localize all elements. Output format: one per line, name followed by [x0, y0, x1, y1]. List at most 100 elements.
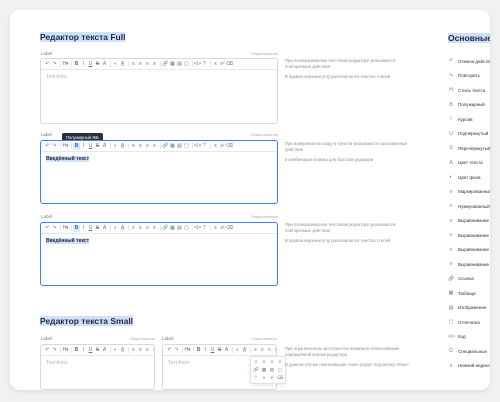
sidebar-item[interactable]: ↷ Повторить — [448, 73, 480, 79]
toolbar-button-9[interactable]: A̲ — [119, 347, 126, 354]
toolbar-button-2[interactable]: H▾ — [62, 143, 69, 150]
toolbar-button-13[interactable]: ≡ — [151, 61, 158, 68]
toolbar-button-4[interactable]: I — [202, 347, 209, 354]
toolbar-button-4[interactable]: I — [80, 61, 87, 68]
toolbar-button-7[interactable]: A — [101, 225, 108, 232]
toolbar-button-12[interactable]: ≡ — [144, 225, 151, 232]
toolbar-button-12[interactable]: ≡ — [144, 61, 151, 68]
sidebar-item[interactable]: ▦ Таблица — [448, 290, 476, 296]
toolbar-button-13[interactable]: ≡ — [273, 347, 276, 354]
toolbar-button-20[interactable]: x — [212, 143, 219, 150]
toolbar-button-0[interactable]: ↶ — [44, 61, 51, 68]
toolbar-button-17[interactable]: ▢ — [183, 61, 190, 68]
toolbar-button-10[interactable]: ≡ — [130, 143, 137, 150]
toolbar-button-14[interactable]: 🔗 — [162, 61, 169, 68]
toolbar-button-1[interactable]: ↷ — [51, 347, 58, 354]
sidebar-item[interactable]: ≡ Выравнивание — [448, 232, 489, 238]
sidebar-item[interactable]: ≡ Выравнивание — [448, 247, 489, 253]
toolbar-button-8[interactable]: ◐ — [112, 347, 119, 354]
sidebar-item[interactable]: </> Код — [448, 334, 466, 340]
toolbar-button-16[interactable]: ▤ — [176, 225, 183, 232]
sidebar-item[interactable]: ▤ Изображение — [448, 305, 487, 311]
toolbar-button-15[interactable]: ▦ — [169, 143, 176, 150]
toolbar-button-18[interactable]: </> — [194, 225, 201, 232]
toolbar-button-19[interactable]: ⊤ — [201, 143, 208, 150]
toolbar-button-8[interactable]: ◐ — [234, 347, 241, 354]
toolbar-button-1[interactable]: ↷ — [51, 225, 58, 232]
toolbar-button-18[interactable]: </> — [194, 143, 201, 150]
toolbar-button-6[interactable]: S — [94, 225, 101, 232]
sidebar-item[interactable]: ↶ Отмена действия — [448, 58, 490, 64]
toolbar-button-13[interactable]: ≡ — [151, 225, 158, 232]
toolbar-button-9[interactable]: A̲ — [119, 61, 126, 68]
toolbar-button-0[interactable]: ↶ — [44, 347, 51, 354]
toolbar-button-22[interactable]: ⌫ — [226, 225, 233, 232]
toolbar-button-14[interactable]: 🔗 — [162, 225, 169, 232]
toolbar-button-6[interactable]: S — [94, 143, 101, 150]
toolbar-button-17[interactable]: ▢ — [183, 143, 190, 150]
sidebar-item[interactable]: x Нижний индекс — [448, 363, 490, 369]
toolbar-button-8[interactable]: ◐ — [112, 61, 119, 68]
toolbar-button-10[interactable]: ≡ — [252, 347, 259, 354]
toolbar-button-10[interactable]: ≡ — [130, 61, 137, 68]
toolbar-button-0[interactable]: ↶ — [44, 225, 51, 232]
text-editor-full-focused[interactable]: ↶ ↷ H▾ B I U S A ◐ A̲ ≡ ≡ ≡ ≡ 🔗 ▦ ▤ ▢ </> ⊤ x x² ⌫ Введённый т… — [40, 140, 278, 204]
toolbar-button-14[interactable]: 🔗 — [162, 143, 169, 150]
more-styles-dropdown[interactable]: ≡ ≡ ≡ ≡ 🔗 ▦ ▤ ▢ ⊤ x x² ⌫ — [250, 356, 286, 384]
toolbar-button-17[interactable]: ▢ — [183, 225, 190, 232]
toolbar-button-16[interactable]: ▤ — [176, 61, 183, 68]
toolbar-button-4[interactable]: I — [80, 143, 87, 150]
toolbar-button-18[interactable]: </> — [194, 61, 201, 68]
toolbar-button-1[interactable]: ↷ — [51, 143, 58, 150]
toolbar-button-6[interactable]: S — [94, 61, 101, 68]
toolbar-button-22[interactable]: ⌫ — [226, 61, 233, 68]
sidebar-item[interactable]: Ω Специальные — [448, 348, 487, 354]
toolbar-button-3[interactable]: B — [73, 61, 80, 68]
toolbar-button-8[interactable]: ◐ — [112, 225, 119, 232]
toolbar-button-1[interactable]: ↷ — [51, 61, 58, 68]
text-area[interactable]: Введённый текст — [41, 152, 277, 166]
sidebar-item[interactable]: 🔗 Ссылка — [448, 276, 474, 282]
toolbar-button-21[interactable]: x² — [219, 225, 226, 232]
toolbar-button-7[interactable]: A — [101, 143, 108, 150]
sidebar-item[interactable]: I Курсив — [448, 116, 472, 122]
toolbar-button-7[interactable]: A — [223, 347, 230, 354]
sidebar-item[interactable]: ≡ Маркированный — [448, 189, 490, 195]
text-editor-small-1[interactable]: ↶↷H▾BIUSA◐A̲≡≡≡≡ Text Area — [40, 344, 155, 390]
toolbar-button-6[interactable]: S — [216, 347, 223, 354]
toolbar-button-5[interactable]: U — [87, 347, 94, 354]
toolbar-button-19[interactable]: ⊤ — [201, 61, 208, 68]
toolbar-button-5[interactable]: U — [87, 61, 94, 68]
sidebar-item[interactable]: B Полужирный — [448, 102, 485, 108]
toolbar-button-16[interactable]: ▤ — [176, 143, 183, 150]
sidebar-item[interactable]: S Перечёркнутый — [448, 145, 490, 151]
toolbar-button-13[interactable]: ≡ — [151, 143, 158, 150]
toolbar-button-3[interactable]: B — [195, 347, 202, 354]
toolbar-button-9[interactable]: A̲ — [119, 225, 126, 232]
sidebar-item[interactable]: ◐ Цвет фона — [448, 174, 480, 180]
text-area[interactable]: Text Area — [41, 356, 154, 370]
toolbar-button-2[interactable]: H▾ — [62, 61, 69, 68]
text-editor-full-filled[interactable]: ↶ ↷ H▾ B I U S A ◐ A̲ ≡ ≡ ≡ ≡ 🔗 ▦ ▤ ▢ </> ⊤ x x² ⌫ Введённый т… — [40, 222, 278, 286]
toolbar-button-21[interactable]: x² — [219, 143, 226, 150]
toolbar-button-13[interactable]: ≡ — [151, 347, 154, 354]
toolbar-button-8[interactable]: ◐ — [112, 143, 119, 150]
toolbar-button-4[interactable]: I — [80, 225, 87, 232]
sidebar-item[interactable]: ≡ Выравнивание — [448, 261, 489, 267]
toolbar-button-1[interactable]: ↷ — [173, 347, 180, 354]
toolbar-button-11[interactable]: ≡ — [137, 143, 144, 150]
toolbar-button-22[interactable]: ⌫ — [226, 143, 233, 150]
toolbar-button-7[interactable]: A — [101, 61, 108, 68]
toolbar-button-9[interactable]: A̲ — [119, 143, 126, 150]
toolbar-button-0[interactable]: ↶ — [44, 143, 51, 150]
toolbar-button-2[interactable]: H▾ — [62, 225, 69, 232]
toolbar-button-15[interactable]: ▦ — [169, 61, 176, 68]
toolbar-button-3[interactable]: B — [73, 142, 80, 150]
text-area[interactable]: Введённый текст — [41, 234, 277, 248]
toolbar-button-3[interactable]: B — [73, 347, 80, 354]
toolbar-button-15[interactable]: ▦ — [169, 225, 176, 232]
toolbar-button-12[interactable]: ≡ — [144, 143, 151, 150]
toolbar-button-5[interactable]: U — [209, 347, 216, 354]
toolbar-button-7[interactable]: A — [101, 347, 108, 354]
toolbar-button-12[interactable]: ≡ — [144, 347, 151, 354]
